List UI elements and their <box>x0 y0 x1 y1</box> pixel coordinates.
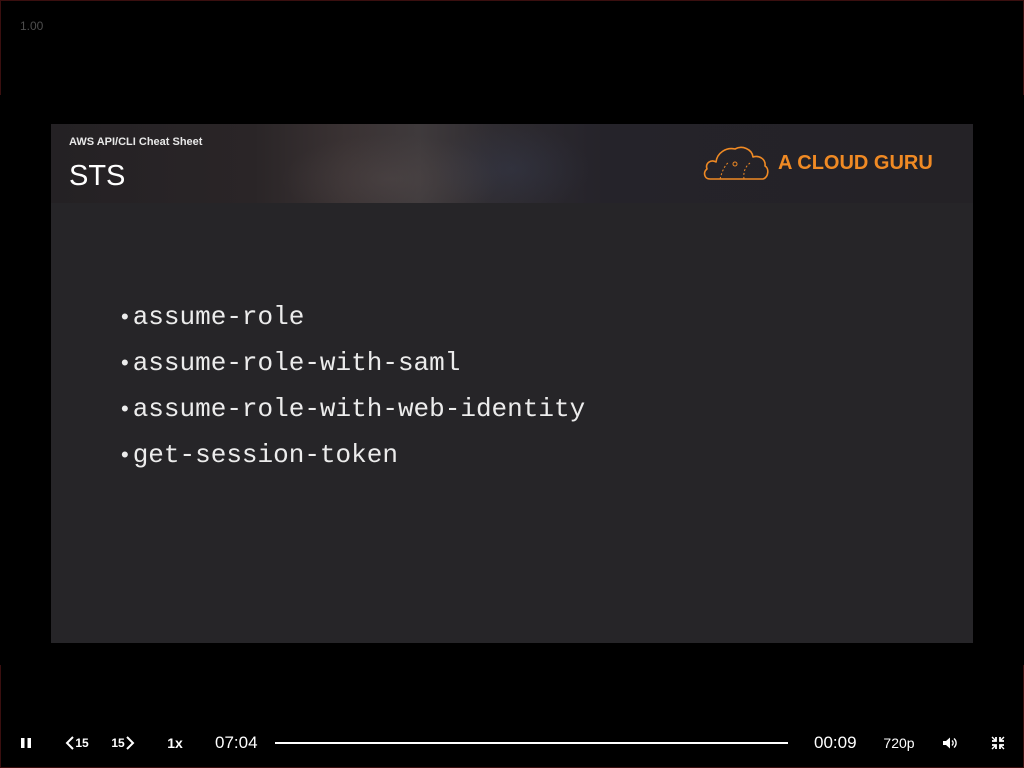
list-item: • assume-role-with-web-identity <box>121 386 585 432</box>
quality-button[interactable]: 720p <box>880 724 918 762</box>
bullet-dot: • <box>121 304 129 329</box>
logo-wordmark: A CLOUD GURU <box>778 152 933 174</box>
pause-icon <box>21 738 31 748</box>
list-item: • get-session-token <box>121 432 585 478</box>
progress-bar[interactable] <box>275 742 788 744</box>
list-item: • assume-role-with-saml <box>121 340 585 386</box>
slide-title: STS <box>69 160 126 192</box>
deck-subtitle: AWS API/CLI Cheat Sheet <box>69 136 203 148</box>
volume-icon <box>943 737 957 749</box>
playback-rate-overlay: 1.00 <box>20 19 44 33</box>
volume-button[interactable] <box>938 724 962 762</box>
remaining-time: 00:09 <box>814 733 857 752</box>
list-item-text: assume-role-with-web-identity <box>132 394 586 424</box>
playback-speed-button[interactable]: 1x <box>160 724 190 762</box>
current-time: 07:04 <box>215 733 258 752</box>
slide: AWS API/CLI Cheat Sheet STS A CLOUD GURU… <box>51 124 973 643</box>
bullet-dot: • <box>121 442 129 467</box>
presenter-video-ghost-2 <box>431 124 591 203</box>
bullet-dot: • <box>121 396 129 421</box>
skip-forward-15-button[interactable]: 15 <box>108 724 138 762</box>
list-item-text: assume-role <box>132 302 305 332</box>
skip-forward-label: 15 <box>111 736 125 750</box>
chevron-right-icon <box>125 736 135 750</box>
bullet-list: • assume-role • assume-role-with-saml • … <box>121 294 585 478</box>
cloud-logo-icon <box>703 146 769 180</box>
skip-back-15-button[interactable]: 15 <box>62 724 92 762</box>
slide-header: AWS API/CLI Cheat Sheet STS A CLOUD GURU <box>51 124 973 203</box>
progress-fill <box>275 742 778 744</box>
player-control-bar: 15 15 1x 07:04 00:09 720p <box>0 724 1024 762</box>
exit-fullscreen-button[interactable] <box>986 724 1010 762</box>
list-item-text: assume-role-with-saml <box>132 348 461 378</box>
list-item: • assume-role <box>121 294 585 340</box>
a-cloud-guru-logo: A CLOUD GURU <box>702 144 952 184</box>
list-item-text: get-session-token <box>132 440 398 470</box>
pause-button[interactable] <box>12 724 40 762</box>
chevron-left-icon <box>65 736 75 750</box>
bullet-dot: • <box>121 350 129 375</box>
skip-back-label: 15 <box>75 736 89 750</box>
exit-fullscreen-icon <box>991 736 1005 750</box>
